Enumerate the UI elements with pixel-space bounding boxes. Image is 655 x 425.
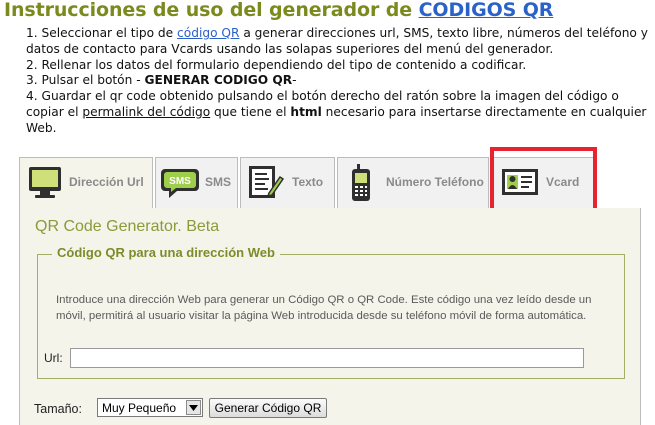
instruction-step-2: 2. Rellenar los datos del formulario dep…	[26, 57, 527, 72]
page-title: Instrucciones de uso del generador de CO…	[4, 0, 553, 21]
step-3-dash: -	[292, 73, 297, 88]
url-description: Introduce una dirección Web para generar…	[56, 294, 592, 322]
sms-bubble-icon: SMS	[160, 163, 200, 204]
url-input[interactable]	[70, 348, 584, 368]
page-title-text: Instrucciones de uso del generador de	[4, 0, 419, 21]
instructions: 1. Seleccionar el tipo de código QR a ge…	[26, 26, 648, 137]
tab-label: Dirección Url	[69, 175, 144, 189]
step-3-text: 3. Pulsar el botón -	[26, 73, 145, 88]
permalink-link[interactable]: permalink del código	[82, 105, 210, 119]
text-document-icon	[245, 163, 285, 204]
size-label: Tamaño:	[34, 402, 82, 416]
tab-label: SMS	[205, 175, 232, 189]
svg-text:SMS: SMS	[169, 176, 191, 187]
tab-numero-telefono[interactable]: Número Teléfono	[337, 157, 489, 208]
size-selected-value: Muy Pequeño	[102, 401, 177, 415]
vcard-highlight-box	[490, 147, 597, 213]
step-4-text-cont: que tiene el	[210, 104, 291, 119]
monitor-icon	[26, 163, 64, 204]
tab-label: Texto	[292, 175, 324, 189]
instruction-step-1: 1. Seleccionar el tipo de código QR a ge…	[26, 26, 648, 58]
step-1-text: 1. Seleccionar el tipo de	[26, 26, 178, 40]
qr-code-type-link[interactable]: código QR	[177, 26, 239, 40]
url-label: Url:	[44, 351, 63, 365]
qr-codes-link[interactable]: CODIGOS QR	[419, 0, 554, 21]
fieldset-legend: Código QR para una dirección Web	[52, 245, 280, 260]
panel-title: QR Code Generator. Beta	[35, 218, 220, 235]
tab-sms[interactable]: SMS SMS	[155, 157, 238, 208]
size-select[interactable]: Muy Pequeño	[97, 398, 203, 417]
instruction-step-3: 3. Pulsar el botón - GENERAR CODIGO QR-	[26, 73, 648, 89]
tab-texto[interactable]: Texto	[240, 157, 335, 208]
tab-label: Número Teléfono	[386, 175, 484, 189]
step-3-button-name: GENERAR CODIGO QR	[144, 73, 293, 88]
dropdown-arrow-icon[interactable]	[186, 400, 201, 415]
instruction-step-4: 4. Guardar el qr code obtenido pulsando …	[26, 89, 648, 136]
generate-qr-button[interactable]: Generar Código QR	[209, 398, 327, 418]
mobile-phone-icon	[346, 163, 376, 206]
tab-direccion-url[interactable]: Dirección Url	[19, 157, 153, 209]
step-4-html-bold: html	[290, 104, 322, 119]
